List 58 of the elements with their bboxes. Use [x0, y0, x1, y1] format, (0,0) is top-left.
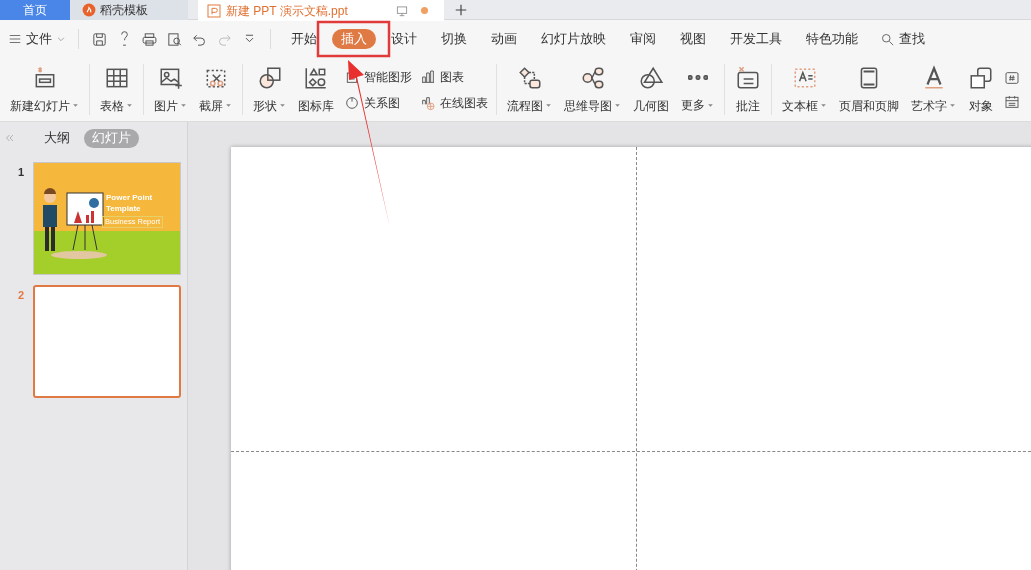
print-preview-icon[interactable]: [166, 30, 183, 48]
template-tab[interactable]: 稻壳模板: [70, 0, 188, 20]
ribbon-button[interactable]: 更多: [676, 58, 719, 121]
ribbon-button[interactable]: 在线图表: [420, 93, 488, 112]
triangle-circle-icon: [638, 64, 664, 91]
ribbon-button[interactable]: 对象: [963, 58, 999, 121]
ribbon-button[interactable]: 截屏: [194, 58, 237, 121]
double-chevron-left-icon: [4, 132, 16, 144]
bar-chart-icon: [420, 68, 436, 85]
ribbon-button[interactable]: 表格: [95, 58, 138, 121]
chevron-down-icon: [56, 34, 66, 44]
tab-label: 稻壳模板: [100, 2, 148, 19]
ribbon-button[interactable]: 图表: [420, 67, 488, 86]
ribbon-tab[interactable]: 开始: [282, 29, 326, 49]
home-tab[interactable]: 首页: [0, 0, 70, 20]
ribbon-button[interactable]: 关系图: [344, 93, 412, 112]
slide-number: 2: [18, 288, 26, 303]
ribbon-tab[interactable]: 视图: [671, 29, 715, 49]
ribbon-button[interactable]: 批注: [730, 58, 766, 121]
plus-icon: [454, 3, 468, 17]
ribbon-button[interactable]: 文本框: [777, 58, 832, 121]
ribbon-button[interactable]: 图标库: [293, 58, 339, 121]
slide-number: 1: [18, 165, 26, 180]
save-icon[interactable]: [91, 30, 108, 48]
ribbon-button[interactable]: 页眉和页脚: [834, 58, 904, 121]
calendar-icon[interactable]: [1004, 93, 1020, 110]
ribbon-button[interactable]: 形状: [248, 58, 291, 121]
overlapping-squares-icon: [968, 64, 994, 91]
ribbon-button[interactable]: 图片: [149, 58, 192, 121]
ribbon-button[interactable]: 流程图: [502, 58, 557, 121]
ribbon-tab[interactable]: 审阅: [621, 29, 665, 49]
globe-chart-icon: [420, 94, 436, 111]
panel-tab[interactable]: 大纲: [36, 128, 78, 148]
document-icon: [206, 2, 222, 19]
search-button[interactable]: 查找: [880, 29, 925, 49]
ribbon-tab[interactable]: 设计: [382, 29, 426, 49]
file-menu[interactable]: 文件: [8, 29, 78, 49]
menu-icon: [8, 32, 22, 46]
ribbon-tab[interactable]: 切换: [432, 29, 476, 49]
ribbon-tab[interactable]: 幻灯片放映: [532, 29, 615, 49]
ribbon-tab[interactable]: 特色功能: [797, 29, 867, 49]
flowchart-icon: [516, 64, 543, 91]
slide-title: Power Point Template: [106, 192, 154, 214]
ribbon-tab[interactable]: 动画: [482, 29, 526, 49]
more-icon: [687, 75, 708, 80]
ribbon-button[interactable]: 新建幻灯片: [5, 58, 84, 121]
flame-icon: [82, 3, 96, 17]
ribbon-button[interactable]: 艺术字: [906, 58, 961, 121]
monitor-icon[interactable]: [395, 3, 409, 18]
comment-icon: [735, 64, 761, 91]
ribbon-button[interactable]: 思维导图: [559, 58, 626, 121]
search-icon: [880, 31, 895, 47]
ribbon-tab[interactable]: 开发工具: [721, 29, 791, 49]
tab-label: 新建 PPT 演示文稿.ppt: [226, 2, 349, 20]
ribbon-button[interactable]: 几何图: [628, 58, 674, 121]
slide-thumbnail[interactable]: [33, 285, 181, 398]
print-icon[interactable]: [141, 30, 158, 48]
number-box-icon[interactable]: [1004, 69, 1020, 86]
